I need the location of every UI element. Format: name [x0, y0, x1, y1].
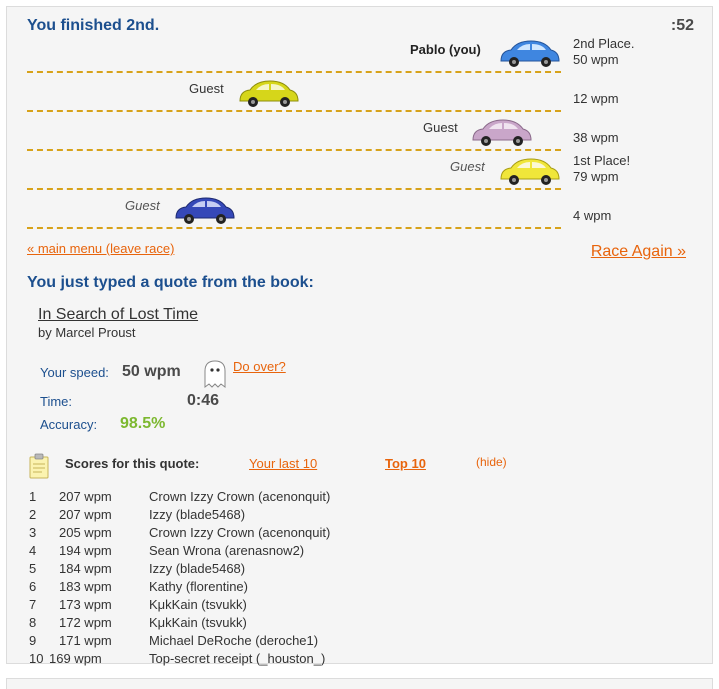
racer-place: 2nd Place. — [573, 36, 635, 51]
score-wpm: 207 wpm — [59, 488, 112, 504]
score-rank: 9 — [29, 632, 37, 648]
score-wpm: 171 wpm — [59, 632, 112, 648]
table-row: 10 169 wpm Top-secret receipt (_houston_… — [29, 649, 429, 667]
racer-name: Guest — [450, 159, 485, 174]
race-timer: :52 — [670, 17, 694, 34]
clipboard-icon — [29, 453, 49, 479]
racer-name: Guest — [423, 120, 458, 135]
score-wpm: 173 wpm — [59, 596, 112, 612]
score-user: Top-secret receipt (_houston_) — [149, 650, 326, 666]
table-row: 2 207 wpm Izzy (blade5468) — [29, 505, 429, 523]
book-title-link[interactable]: In Search of Lost Time — [38, 306, 198, 324]
score-wpm: 205 wpm — [59, 524, 112, 540]
lane-divider — [27, 110, 561, 112]
score-user: Crown Izzy Crown (acenonquit) — [149, 524, 331, 540]
score-wpm: 194 wpm — [59, 542, 112, 558]
lane-divider — [27, 71, 561, 73]
score-rank: 10 — [29, 650, 44, 666]
lane-divider — [27, 149, 561, 151]
finish-status: You finished 2nd. — [27, 17, 160, 34]
racer-name: Guest — [125, 198, 160, 213]
do-over-link[interactable]: Do over? — [233, 359, 286, 374]
score-wpm: 169 wpm — [49, 650, 102, 666]
score-wpm: 172 wpm — [59, 614, 112, 630]
car-icon — [472, 119, 532, 146]
table-row: 8 172 wpm KμkKain (tsvukk) — [29, 613, 429, 631]
main-menu-link[interactable]: « main menu (leave race) — [27, 241, 174, 256]
score-rank: 1 — [29, 488, 37, 504]
racer-wpm: 38 wpm — [573, 130, 619, 145]
quote-heading: You just typed a quote from the book: — [27, 274, 314, 291]
table-row: 1 207 wpm Crown Izzy Crown (acenonquit) — [29, 487, 429, 505]
car-icon — [500, 158, 560, 185]
accuracy-value: 98.5% — [120, 415, 166, 432]
table-row: 5 184 wpm Izzy (blade5468) — [29, 559, 429, 577]
table-row: 6 183 wpm Kathy (florentine) — [29, 577, 429, 595]
table-row: 7 173 wpm KμkKain (tsvukk) — [29, 595, 429, 613]
book-author: by Marcel Proust — [38, 325, 136, 340]
speed-value: 50 wpm — [122, 363, 181, 380]
table-row: 4 194 wpm Sean Wrona (arenasnow2) — [29, 541, 429, 559]
racer-wpm: 12 wpm — [573, 91, 619, 106]
accuracy-label: Accuracy: — [40, 417, 98, 432]
race-again-link[interactable]: Race Again » — [591, 243, 686, 261]
time-value: 0:46 — [187, 392, 220, 409]
score-user: Izzy (blade5468) — [149, 506, 246, 522]
ghost-icon — [204, 360, 226, 388]
table-row: 9 171 wpm Michael DeRoche (deroche1) — [29, 631, 429, 649]
lane-divider — [27, 227, 561, 229]
score-user: Crown Izzy Crown (acenonquit) — [149, 488, 331, 504]
race-results-panel: You finished 2nd. :52 Pablo (you) 2nd Pl… — [6, 6, 713, 667]
racer-name: Guest — [189, 81, 224, 96]
score-rank: 3 — [29, 524, 37, 540]
score-rank: 2 — [29, 506, 37, 522]
table-row: 3 205 wpm Crown Izzy Crown (acenonquit) — [29, 523, 429, 541]
score-rank: 7 — [29, 596, 37, 612]
top-10-link[interactable]: Top 10 — [385, 456, 426, 471]
car-icon — [500, 40, 560, 67]
score-rank: 8 — [29, 614, 37, 630]
racer-place: 1st Place! — [573, 153, 631, 168]
score-wpm: 207 wpm — [59, 506, 112, 522]
scores-title: Scores for this quote: — [65, 456, 200, 471]
score-wpm: 183 wpm — [59, 578, 112, 594]
racer-wpm: 50 wpm — [573, 52, 619, 67]
score-rank: 6 — [29, 578, 37, 594]
scores-table: 1 207 wpm Crown Izzy Crown (acenonquit) … — [29, 487, 429, 667]
score-user: Kathy (florentine) — [149, 578, 248, 594]
hide-scores-link[interactable]: (hide) — [476, 455, 507, 469]
score-rank: 4 — [29, 542, 37, 558]
score-wpm: 184 wpm — [59, 560, 112, 576]
car-icon — [239, 80, 299, 107]
your-last-10-link[interactable]: Your last 10 — [249, 456, 317, 471]
lane-divider — [27, 188, 561, 190]
score-user: KμkKain (tsvukk) — [149, 614, 247, 630]
score-rank: 5 — [29, 560, 37, 576]
racer-wpm: 79 wpm — [573, 169, 619, 184]
score-user: Michael DeRoche (deroche1) — [149, 632, 319, 648]
next-panel — [6, 678, 713, 689]
score-user: Sean Wrona (arenasnow2) — [149, 542, 305, 558]
time-label: Time: — [40, 394, 73, 409]
score-user: KμkKain (tsvukk) — [149, 596, 247, 612]
speed-label: Your speed: — [40, 365, 109, 380]
score-user: Izzy (blade5468) — [149, 560, 246, 576]
racer-wpm: 4 wpm — [573, 208, 612, 223]
racer-name: Pablo (you) — [410, 42, 481, 57]
car-icon — [175, 197, 235, 224]
